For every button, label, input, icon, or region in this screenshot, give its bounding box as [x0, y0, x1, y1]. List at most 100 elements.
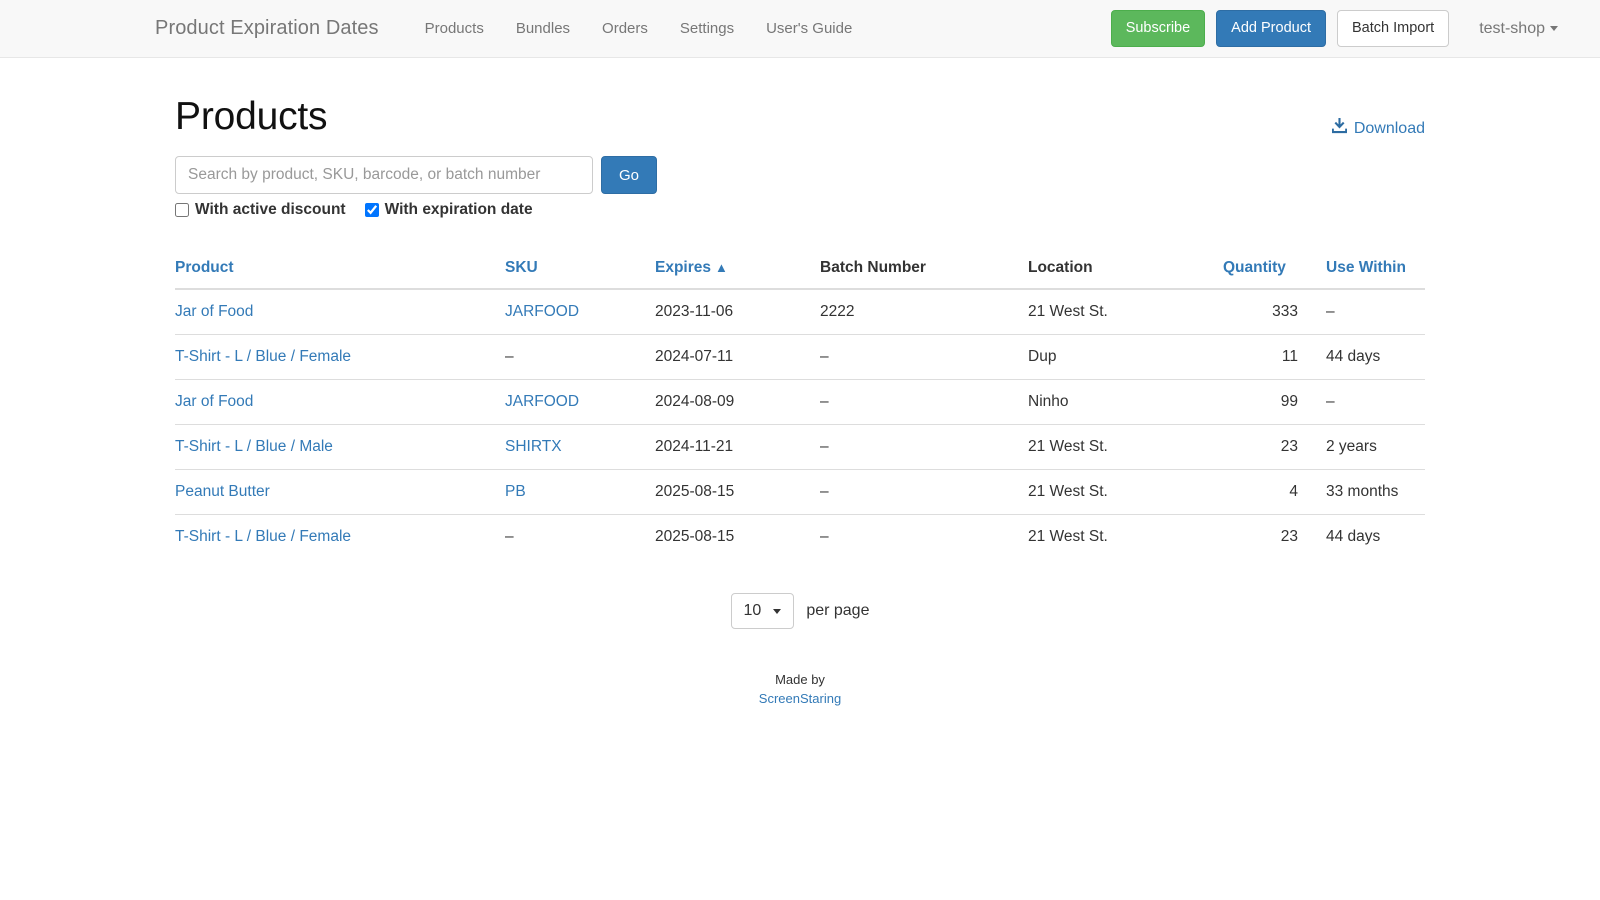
column-header-use-within[interactable]: Use Within [1326, 251, 1425, 290]
download-icon [1331, 117, 1348, 139]
products-table: Product SKU Expires ▲ Batch Number Locati… [175, 251, 1425, 559]
column-header-batch-number-label: Batch Number [820, 259, 926, 276]
cell-product-link[interactable]: T-Shirt - L / Blue / Female [175, 348, 351, 365]
column-header-use-within-label: Use Within [1326, 259, 1406, 276]
cell-product: Peanut Butter [175, 469, 505, 515]
download-label: Download [1353, 119, 1425, 137]
cell-product-link[interactable]: Jar of Food [175, 303, 253, 320]
column-header-expires-label: Expires [655, 259, 712, 276]
nav-item-products[interactable]: Products [409, 20, 500, 37]
cell-sku-link[interactable]: SHIRTX [505, 438, 562, 455]
cell-location: 21 West St. [1028, 424, 1223, 470]
download-link[interactable]: Download [1331, 117, 1425, 139]
navbar-actions: Subscribe Add Product Batch Import test-… [1110, 10, 1558, 47]
cell-quantity: 333 [1272, 303, 1298, 320]
cell-batch-number: 2222 [820, 303, 855, 320]
cell-expires: 2023-11-06 [655, 303, 734, 320]
cell-expires: 2024-08-09 [655, 379, 820, 425]
table-row: Peanut Butter PB 2025-08-15–21 West St. 4 33… [175, 469, 1425, 515]
cell-sku: SHIRTX [505, 424, 655, 470]
search-go-button[interactable]: Go [601, 156, 658, 194]
chevron-down-icon [1550, 26, 1558, 31]
cell-batch-number: – [820, 334, 1028, 380]
cell-product-link[interactable]: T-Shirt - L / Blue / Male [175, 438, 333, 455]
table-row: Jar of Food JARFOOD 2023-11-06 2222 21 West … [175, 289, 1425, 335]
cell-use-within: – [1326, 379, 1425, 425]
table-header-row: Product SKU Expires ▲ Batch Number Locati… [175, 251, 1425, 290]
cell-sku-link[interactable]: JARFOOD [505, 393, 579, 410]
products-table-head: Product SKU Expires ▲ Batch Number Locati… [175, 251, 1425, 290]
filter-active-discount[interactable]: With active discount [175, 201, 346, 219]
cell-product: T-Shirt - L / Blue / Male [175, 424, 505, 470]
column-header-product[interactable]: Product [175, 251, 505, 290]
cell-sku: – [505, 514, 655, 559]
nav-item-orders[interactable]: Orders [586, 20, 664, 37]
search-input[interactable] [175, 156, 593, 194]
shop-dropdown[interactable]: test-shop [1479, 20, 1558, 38]
cell-sku: – [505, 334, 655, 380]
app-brand-link[interactable]: Product Expiration Dates [155, 17, 379, 40]
cell-batch-number: – [820, 379, 1028, 425]
cell-product-link[interactable]: Peanut Butter [175, 483, 270, 500]
subscribe-button[interactable]: Subscribe [1110, 10, 1206, 47]
nav-item-settings[interactable]: Settings [664, 20, 750, 37]
column-header-batch-number: Batch Number [820, 251, 1028, 290]
page-footer: Made by ScreenStaring [175, 671, 1425, 709]
cell-expires: 2025-08-15 [655, 469, 820, 515]
sort-ascending-icon: ▲ [715, 260, 728, 275]
cell-expires: 2025-08-15 [655, 514, 820, 559]
page-container: Products Download Go With active discoun… [160, 58, 1440, 709]
cell-sku: JARFOOD [505, 289, 655, 335]
cell-sku-link[interactable]: PB [505, 483, 526, 500]
cell-product: T-Shirt - L / Blue / Female [175, 334, 505, 380]
cell-expires: 2024-07-11 [655, 334, 820, 380]
cell-use-within: 2 years [1326, 424, 1425, 470]
cell-batch-number: – [820, 424, 1028, 470]
column-header-location-label: Location [1028, 259, 1093, 276]
active-discount-checkbox[interactable] [175, 203, 189, 217]
column-header-sku[interactable]: SKU [505, 251, 655, 290]
cell-quantity: 4 [1223, 469, 1326, 515]
table-row: Jar of Food JARFOOD 2024-08-09– Ninho 99– [175, 379, 1425, 425]
table-row: T-Shirt - L / Blue / Female –2025-08-15–2… [175, 514, 1425, 559]
nav-item-users-guide[interactable]: User's Guide [750, 20, 868, 37]
cell-quantity: 11 [1223, 334, 1326, 380]
column-header-product-label: Product [175, 259, 234, 276]
cell-quantity: 99 [1223, 379, 1326, 425]
cell-quantity: 23 [1223, 514, 1326, 559]
per-page-value: 10 [743, 602, 762, 619]
cell-product: T-Shirt - L / Blue / Female [175, 514, 505, 559]
expiration-date-checkbox[interactable] [364, 203, 379, 217]
batch-import-button[interactable]: Batch Import [1336, 10, 1450, 47]
cell-product: Jar of Food [175, 289, 505, 335]
cell-sku: JARFOOD [505, 379, 655, 425]
made-by-text: Made by [775, 672, 825, 687]
cell-location: 21 West St. [1028, 469, 1223, 515]
screenstaring-link[interactable]: ScreenStaring [175, 690, 1425, 709]
nav-item-bundles[interactable]: Bundles [500, 20, 586, 37]
cell-sku-link[interactable]: JARFOOD [505, 303, 579, 320]
table-row: T-Shirt - L / Blue / Female –2024-07-11– D… [175, 334, 1425, 380]
column-header-sku-label: SKU [505, 259, 538, 276]
column-header-quantity[interactable]: Quantity [1223, 251, 1326, 290]
table-row: T-Shirt - L / Blue / Male SHIRTX 2024-11-2… [175, 424, 1425, 470]
shop-name-label: test-shop [1479, 19, 1545, 37]
per-page-label: per page [806, 602, 870, 619]
per-page-select[interactable]: 10 [730, 593, 795, 629]
expiration-date-label: With expiration date [384, 201, 533, 218]
cell-use-within: 44 days [1326, 334, 1425, 380]
cell-product: Jar of Food [175, 379, 505, 425]
cell-sku: PB [505, 469, 655, 515]
cell-batch-number: – [820, 469, 1028, 515]
cell-use-within: – [1326, 303, 1335, 320]
add-product-button[interactable]: Add Product [1216, 10, 1326, 47]
filter-expiration-date[interactable]: With expiration date [364, 201, 533, 219]
chevron-down-icon [773, 608, 782, 614]
main-nav: Products Bundles Orders Settings User's … [409, 20, 869, 37]
filter-checkboxes: With active discount With expiration dat… [175, 201, 1425, 219]
cell-use-within: 33 months [1326, 469, 1425, 515]
cell-product-link[interactable]: Jar of Food [175, 393, 253, 410]
column-header-expires[interactable]: Expires ▲ [655, 251, 820, 290]
cell-location: Dup [1028, 334, 1223, 380]
cell-product-link[interactable]: T-Shirt - L / Blue / Female [175, 528, 351, 545]
